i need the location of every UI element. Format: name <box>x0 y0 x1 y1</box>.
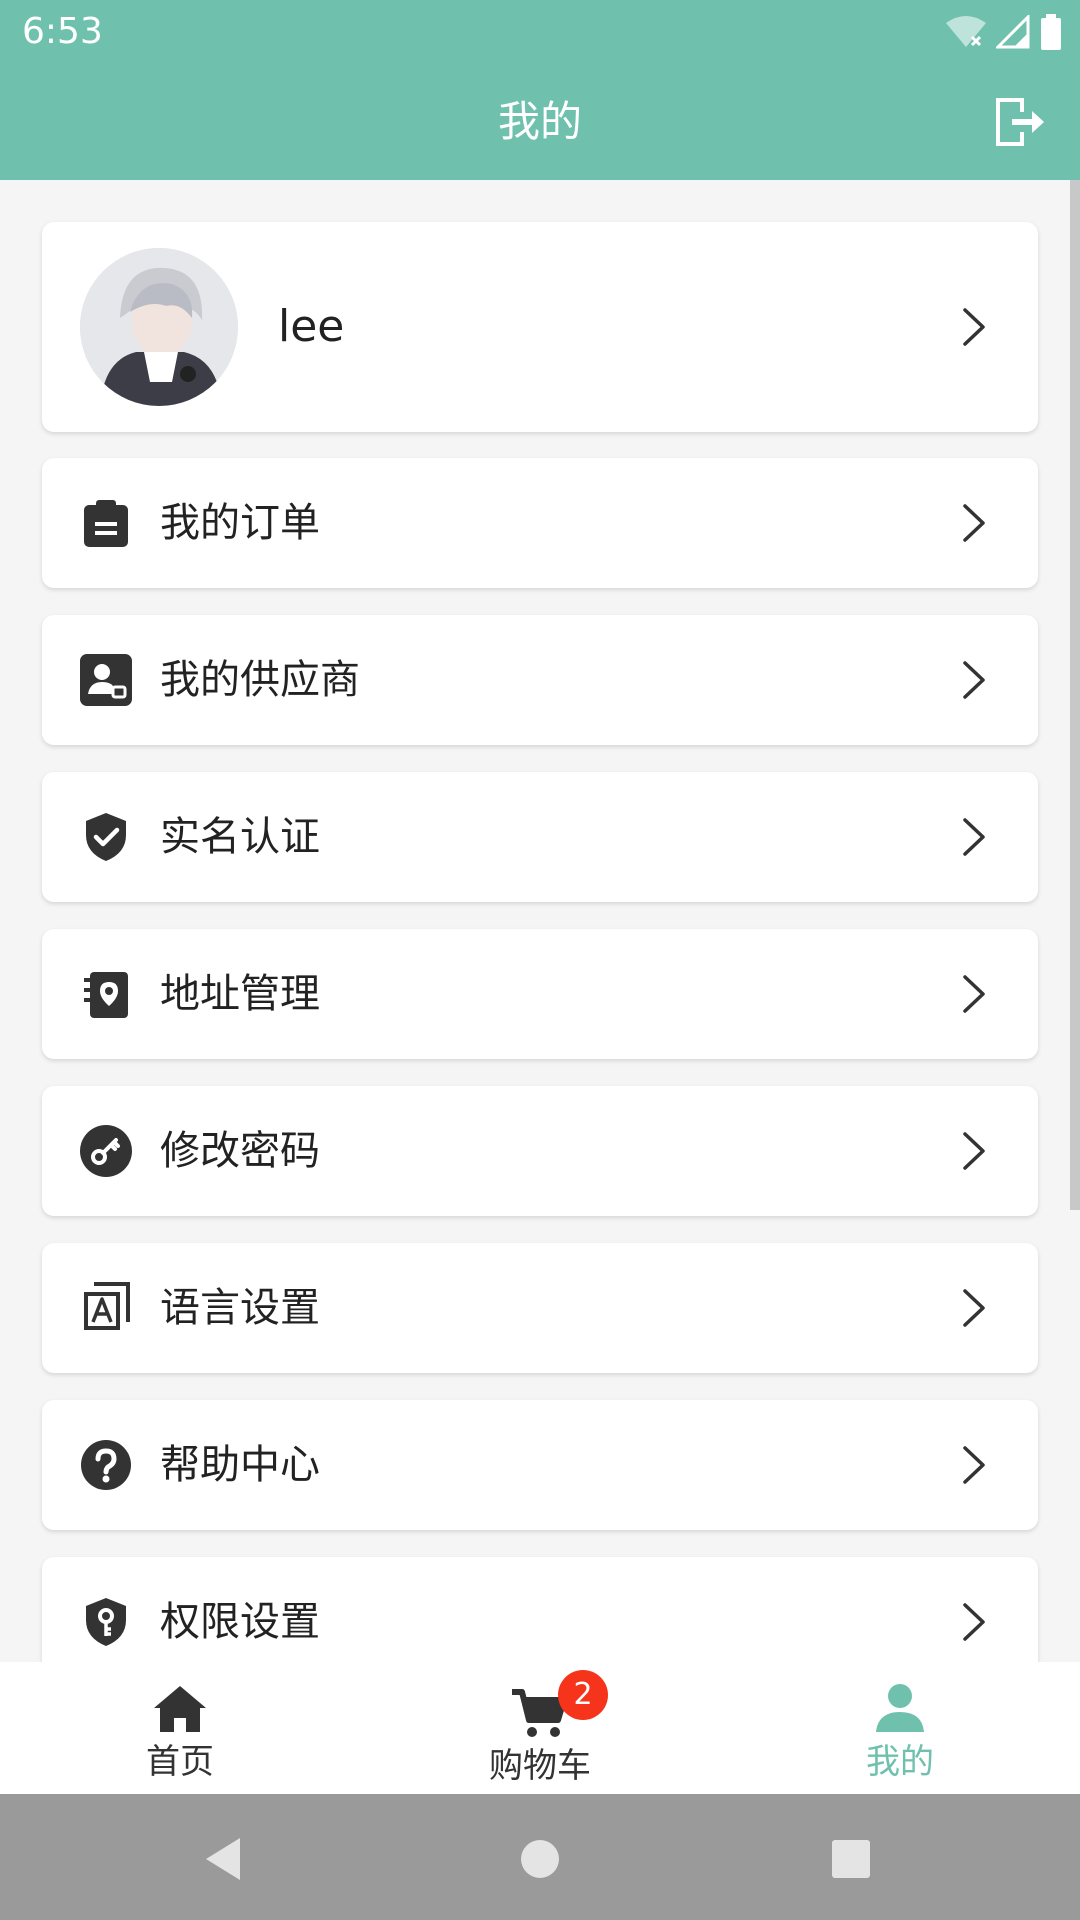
chevron-right-icon <box>963 308 985 346</box>
cart-badge: 2 <box>558 1670 608 1720</box>
menu-item-label: 权限设置 <box>160 1599 320 1645</box>
menu-item-my-suppliers[interactable]: 我的供应商 <box>42 615 1038 745</box>
key-icon <box>80 1125 132 1177</box>
chevron-right-icon <box>963 975 985 1013</box>
cellular-signal-icon <box>996 15 1030 49</box>
page-title: 我的 <box>497 97 582 146</box>
home-icon <box>154 1686 206 1732</box>
nav-tab-label: 我的 <box>866 1742 934 1782</box>
supplier-badge-icon <box>80 654 132 706</box>
menu-item-label: 帮助中心 <box>160 1442 320 1488</box>
chevron-right-icon <box>963 1132 985 1170</box>
menu-item-permission-settings[interactable]: 权限设置 <box>42 1557 1038 1662</box>
back-icon[interactable] <box>200 1834 250 1884</box>
menu-item-real-name-verification[interactable]: 实名认证 <box>42 772 1038 902</box>
home-circle-icon[interactable] <box>515 1834 565 1884</box>
content-area[interactable]: lee 我的订单 我的供应商 实名认证 地址管理 修改密码 语言设置 帮助中心 … <box>0 180 1080 1662</box>
nav-tab-label: 首页 <box>146 1742 214 1782</box>
person-icon <box>876 1684 924 1732</box>
scrollbar[interactable] <box>1070 180 1080 1210</box>
menu-item-label: 语言设置 <box>160 1285 320 1331</box>
avatar <box>80 248 238 406</box>
menu-item-my-orders[interactable]: 我的订单 <box>42 458 1038 588</box>
recents-icon[interactable] <box>826 1834 876 1884</box>
logout-icon <box>996 98 1044 146</box>
chevron-right-icon <box>963 1446 985 1484</box>
address-book-icon <box>84 972 128 1018</box>
system-navigation-bar <box>0 1794 1080 1920</box>
menu-item-label: 地址管理 <box>160 971 320 1017</box>
help-icon <box>81 1440 131 1490</box>
menu-item-address-management[interactable]: 地址管理 <box>42 929 1038 1059</box>
status-time: 6:53 <box>22 11 103 52</box>
chevron-right-icon <box>963 504 985 542</box>
chevron-right-icon <box>963 1603 985 1641</box>
logout-button[interactable] <box>990 94 1046 150</box>
chevron-right-icon <box>963 661 985 699</box>
menu-item-change-password[interactable]: 修改密码 <box>42 1086 1038 1216</box>
battery-icon <box>1041 14 1061 50</box>
status-icons <box>946 12 1062 52</box>
bottom-navigation: 首页 2 购物车 我的 <box>0 1662 1080 1794</box>
chevron-right-icon <box>963 818 985 856</box>
status-bar: 6:53 <box>0 0 1080 64</box>
menu-item-label: 修改密码 <box>160 1128 320 1174</box>
verified-shield-icon <box>86 813 126 861</box>
nav-tab-home[interactable]: 首页 <box>0 1662 360 1794</box>
language-icon <box>84 1282 130 1330</box>
profile-card[interactable]: lee <box>42 222 1038 432</box>
menu-item-label: 我的订单 <box>160 500 320 546</box>
menu-item-label: 我的供应商 <box>160 657 360 703</box>
chevron-right-icon <box>963 1289 985 1327</box>
profile-name: lee <box>278 301 345 352</box>
clipboard-icon <box>84 500 128 547</box>
app-header: 我的 <box>0 64 1080 180</box>
nav-tab-cart[interactable]: 2 购物车 <box>360 1662 720 1794</box>
menu-item-help-center[interactable]: 帮助中心 <box>42 1400 1038 1530</box>
nav-tab-label: 购物车 <box>489 1746 591 1786</box>
permission-shield-icon <box>86 1598 126 1646</box>
menu-item-label: 实名认证 <box>160 814 320 860</box>
menu-item-language-settings[interactable]: 语言设置 <box>42 1243 1038 1373</box>
wifi-icon <box>946 16 986 47</box>
nav-tab-mine[interactable]: 我的 <box>720 1662 1080 1794</box>
